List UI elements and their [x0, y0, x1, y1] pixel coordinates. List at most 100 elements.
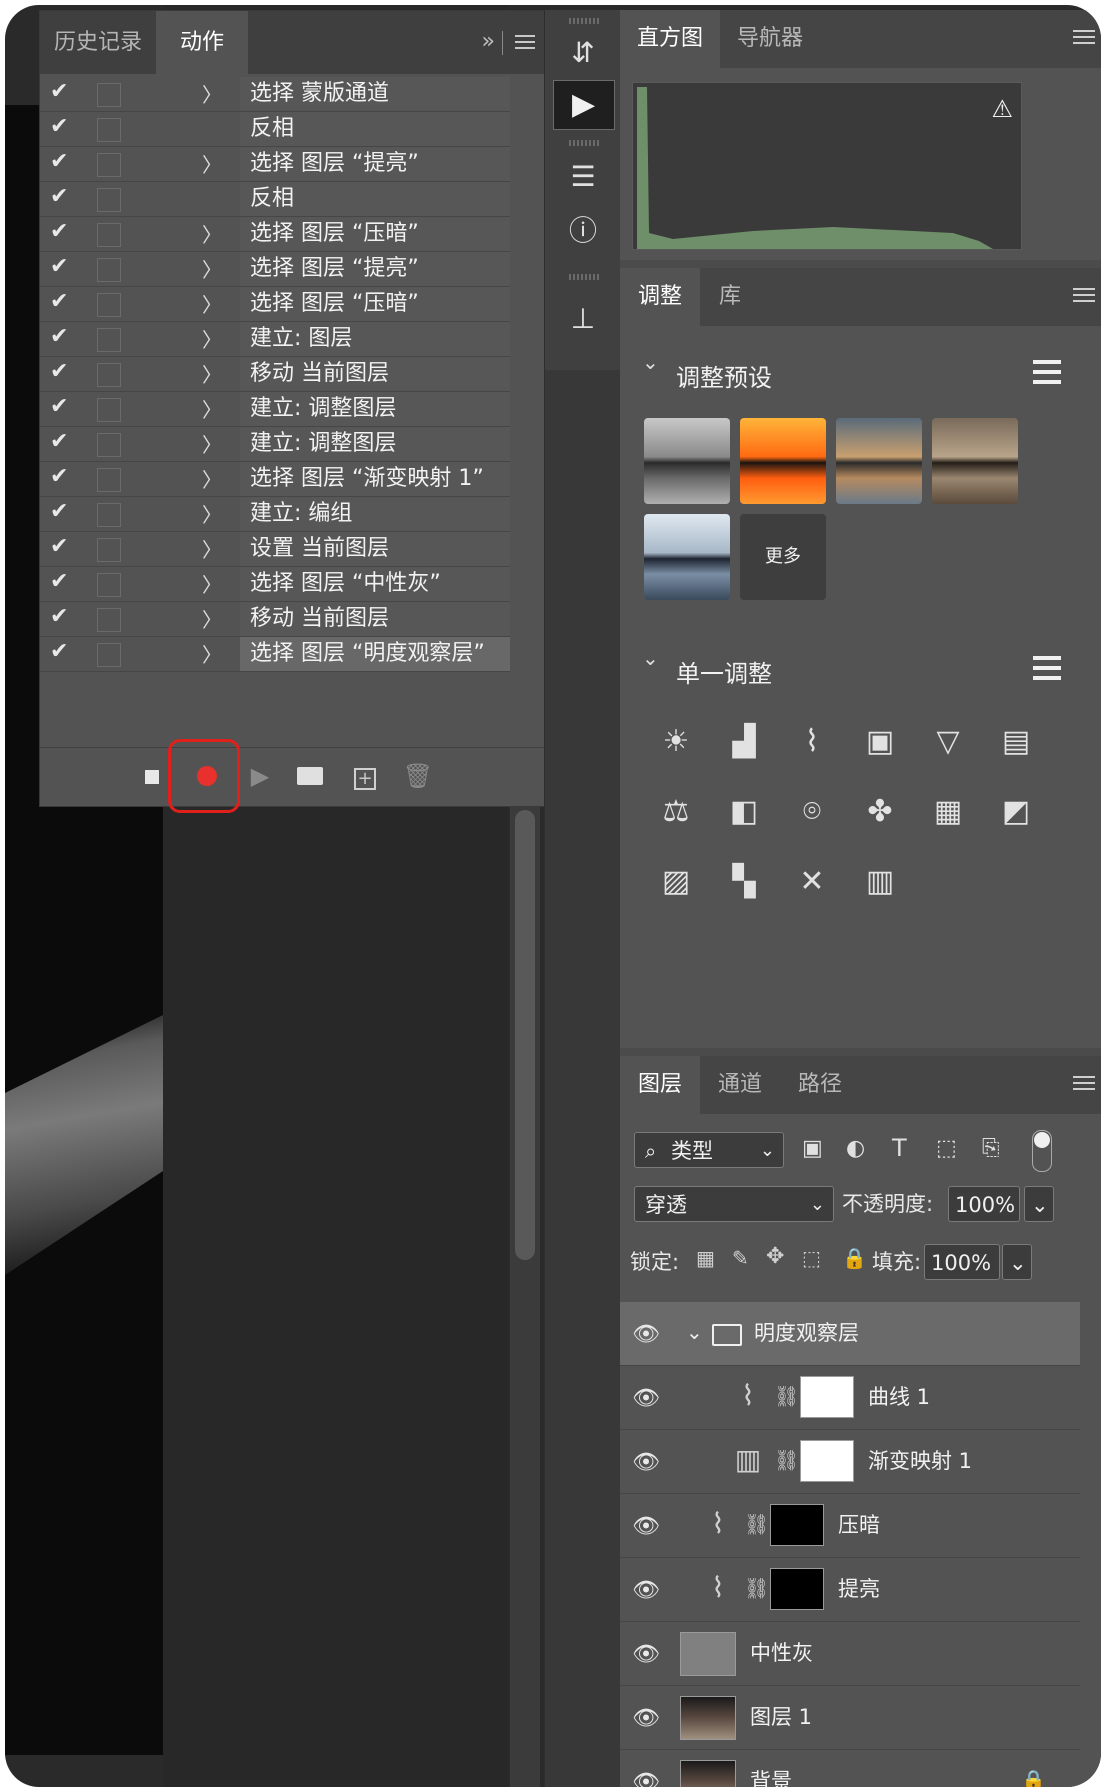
checkmark-icon[interactable]: ✔	[50, 324, 76, 349]
dock-grip[interactable]	[569, 18, 599, 24]
preset-thumb-blue[interactable]	[644, 514, 730, 600]
dialog-toggle-box[interactable]	[97, 328, 121, 352]
visibility-eye-icon[interactable]: 👁	[632, 1578, 662, 1603]
dialog-toggle-box[interactable]	[97, 188, 121, 212]
expand-arrow-icon[interactable]: 〉	[202, 429, 222, 458]
layer-thumbnail[interactable]	[680, 1760, 736, 1787]
dialog-toggle-box[interactable]	[97, 608, 121, 632]
action-row[interactable]: ✔ 反相	[40, 182, 510, 217]
invert-icon[interactable]: ◩	[990, 786, 1042, 838]
visibility-eye-icon[interactable]: 👁	[632, 1642, 662, 1667]
checkmark-icon[interactable]: ✔	[50, 359, 76, 384]
trash-icon[interactable]: 🗑	[398, 756, 438, 796]
layer-row[interactable]: 👁 ⌇ ⛓ 压暗	[620, 1494, 1080, 1558]
double-chevron-right-icon[interactable]: »	[482, 29, 495, 54]
checkmark-icon[interactable]: ✔	[50, 149, 76, 174]
vibrance-icon[interactable]: ▽	[922, 716, 974, 768]
dialog-toggle-box[interactable]	[97, 503, 121, 527]
checkmark-icon[interactable]: ✔	[50, 254, 76, 279]
checkmark-icon[interactable]: ✔	[50, 289, 76, 314]
dialog-toggle-box[interactable]	[97, 538, 121, 562]
fill-input[interactable]: 100%	[924, 1244, 1000, 1280]
preset-thumb-gray[interactable]	[644, 418, 730, 504]
tab-actions[interactable]: 动作	[156, 11, 248, 74]
action-row[interactable]: ✔ 〉设置 当前图层	[40, 532, 510, 567]
dialog-toggle-box[interactable]	[97, 573, 121, 597]
layer-row[interactable]: 👁 背景 🔒	[620, 1750, 1080, 1787]
curves-icon[interactable]: ⌇	[786, 716, 838, 768]
chevron-down-icon-2[interactable]: ⌄	[642, 646, 659, 670]
action-row[interactable]: ✔ 〉选择 图层 “提亮”	[40, 147, 510, 182]
action-row[interactable]: ✔ 〉选择 蒙版通道	[40, 77, 510, 112]
color-balance-icon[interactable]: ⚖	[650, 786, 702, 838]
link-chain-icon[interactable]: ⛓	[744, 1512, 769, 1536]
action-row[interactable]: ✔ 〉建立: 调整图层	[40, 392, 510, 427]
action-row[interactable]: ✔ 反相	[40, 112, 510, 147]
checkmark-icon[interactable]: ✔	[50, 569, 76, 594]
expand-arrow-icon[interactable]: 〉	[202, 534, 222, 563]
filter-toggle-switch[interactable]	[1032, 1130, 1052, 1172]
menu-icon[interactable]	[515, 35, 535, 49]
list-view-icon[interactable]	[1033, 360, 1061, 384]
expand-arrow-icon[interactable]: 〉	[202, 79, 222, 108]
color-lookup-icon[interactable]: ▦	[922, 786, 974, 838]
action-row[interactable]: ✔ 〉选择 图层 “压暗”	[40, 287, 510, 322]
layers-menu-icon[interactable]	[1073, 1076, 1095, 1092]
filter-pixel-icon[interactable]: ▣	[802, 1136, 823, 1161]
dialog-toggle-box[interactable]	[97, 643, 121, 667]
list-view-icon-2[interactable]	[1033, 656, 1061, 680]
action-row[interactable]: ✔ 〉移动 当前图层	[40, 602, 510, 637]
channel-mixer-icon[interactable]: ✤	[854, 786, 906, 838]
tab-histogram[interactable]: 直方图	[620, 10, 720, 68]
expand-arrow-icon[interactable]: 〉	[202, 219, 222, 248]
action-row[interactable]: ✔ 〉建立: 图层	[40, 322, 510, 357]
gradient-map-icon[interactable]: ▥	[732, 1444, 764, 1476]
action-row[interactable]: ✔ 〉选择 图层 “提亮”	[40, 252, 510, 287]
tab-paths[interactable]: 路径	[780, 1056, 860, 1114]
tab-navigator[interactable]: 导航器	[720, 10, 820, 68]
expand-arrow-icon[interactable]: 〉	[202, 394, 222, 423]
checkmark-icon[interactable]: ✔	[50, 394, 76, 419]
layer-mask-thumbnail[interactable]	[770, 1568, 824, 1610]
actions-play-icon[interactable]: ▶	[553, 80, 615, 130]
expand-arrow-icon[interactable]: 〉	[202, 254, 222, 283]
photo-filter-icon[interactable]: ⌾	[786, 786, 838, 838]
layer-row[interactable]: 👁 图层 1	[620, 1686, 1080, 1750]
blend-mode-select[interactable]: 穿透 ⌄	[634, 1186, 834, 1222]
checkmark-icon[interactable]: ✔	[50, 604, 76, 629]
dialog-toggle-box[interactable]	[97, 223, 121, 247]
action-row[interactable]: ✔ 〉选择 图层 “压暗”	[40, 217, 510, 252]
hue-saturation-icon[interactable]: ▤	[990, 716, 1042, 768]
stop-icon[interactable]	[132, 756, 172, 796]
fill-dropdown[interactable]: ⌄	[1002, 1244, 1032, 1280]
expand-arrow-icon[interactable]: 〉	[202, 289, 222, 318]
preset-thumb-orange[interactable]	[740, 418, 826, 504]
dialog-toggle-box[interactable]	[97, 468, 121, 492]
layer-row[interactable]: 👁 ⌄ 明度观察层	[620, 1302, 1080, 1366]
visibility-eye-icon[interactable]: 👁	[632, 1322, 662, 1347]
filter-type-icon[interactable]: T	[892, 1134, 907, 1162]
action-row[interactable]: ✔ 〉选择 图层 “中性灰”	[40, 567, 510, 602]
action-row[interactable]: ✔ 〉选择 图层 “明度观察层”	[40, 637, 510, 672]
more-presets-button[interactable]: 更多	[740, 514, 826, 600]
layer-row[interactable]: 👁 ⌇ ⛓ 提亮	[620, 1558, 1080, 1622]
expand-arrow-icon[interactable]: 〉	[202, 324, 222, 353]
checkmark-icon[interactable]: ✔	[50, 464, 76, 489]
checkmark-icon[interactable]: ✔	[50, 639, 76, 664]
preset-thumb-sepia[interactable]	[932, 418, 1018, 504]
dialog-toggle-box[interactable]	[97, 153, 121, 177]
layer-row[interactable]: 👁 ▥ ⛓ 渐变映射 1	[620, 1430, 1080, 1494]
visibility-eye-icon[interactable]: 👁	[632, 1706, 662, 1731]
filter-shape-icon[interactable]: ⬚	[936, 1136, 957, 1161]
threshold-icon[interactable]: ▚	[718, 856, 770, 908]
action-row[interactable]: ✔ 〉建立: 编组	[40, 497, 510, 532]
posterize-icon[interactable]: ▨	[650, 856, 702, 908]
dialog-toggle-box[interactable]	[97, 363, 121, 387]
warning-icon[interactable]: ⚠	[991, 95, 1013, 123]
visibility-eye-icon[interactable]: 👁	[632, 1450, 662, 1475]
checkmark-icon[interactable]: ✔	[50, 114, 76, 139]
history-brush-icon[interactable]: ⇵	[555, 28, 611, 78]
visibility-eye-icon[interactable]: 👁	[632, 1514, 662, 1539]
layer-row[interactable]: 👁 ⌇ ⛓ 曲线 1	[620, 1366, 1080, 1430]
curves-icon[interactable]: ⌇	[702, 1572, 734, 1604]
